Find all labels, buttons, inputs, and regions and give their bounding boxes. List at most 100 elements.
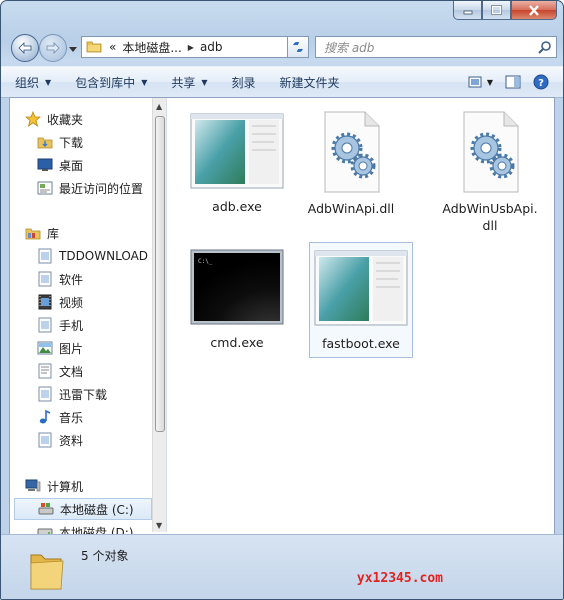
forward-button[interactable] <box>39 34 67 62</box>
nav-disk-c-label: 本地磁盘 (C:) <box>60 502 134 517</box>
refresh-button[interactable] <box>287 36 309 58</box>
nav-library-music[interactable]: 音乐 <box>36 406 152 428</box>
file-item-cmd-exe[interactable]: C:\_ cmd.exe <box>185 248 289 351</box>
navigation-scrollbar[interactable]: ▲ ▼ <box>152 98 167 532</box>
library-folder-icon <box>36 248 54 264</box>
nav-recent-places[interactable]: 最近访问的位置 <box>36 177 152 199</box>
item-count: 5 个对象 <box>81 549 129 563</box>
chevron-down-icon <box>69 47 77 52</box>
nav-library-videos[interactable]: 视频 <box>36 291 152 313</box>
preview-pane-button[interactable] <box>499 75 527 89</box>
refresh-icon <box>293 41 303 53</box>
burn-label: 刻录 <box>231 75 256 90</box>
nav-favorites[interactable]: 收藏夹 <box>24 108 152 130</box>
documents-library-icon <box>36 363 54 379</box>
maximize-button[interactable] <box>482 1 511 20</box>
command-bar: 组织 ▼ 包含到库中 ▼ 共享 ▼ 刻录 新建文件夹 ▼ ? <box>1 66 563 98</box>
scroll-down-icon[interactable]: ▼ <box>156 521 162 530</box>
search-icon[interactable] <box>538 40 552 57</box>
nav-library-xunlei[interactable]: 迅雷下载 <box>36 383 152 405</box>
svg-text:?: ? <box>538 78 544 89</box>
nav-desktop[interactable]: 桌面 <box>36 154 152 176</box>
search-input[interactable] <box>322 38 526 58</box>
address-row: « 本地磁盘... ▶ adb <box>9 32 557 62</box>
nav-computer[interactable]: 计算机 <box>24 475 152 497</box>
nav-library-tddownload-label: TDDOWNLOAD <box>59 249 149 263</box>
help-icon: ? <box>533 74 549 90</box>
system-drive-icon <box>37 501 55 517</box>
nav-library-music-label: 音乐 <box>59 410 84 425</box>
music-note-icon <box>36 409 54 425</box>
chevron-down-icon: ▼ <box>201 77 208 87</box>
folder-icon <box>30 554 64 590</box>
nav-disk-d[interactable]: 本地磁盘 (D:) <box>36 521 152 534</box>
file-item-fastboot-exe[interactable]: fastboot.exe <box>309 242 413 358</box>
window-exe-icon <box>314 250 408 326</box>
window-exe-icon <box>190 113 284 189</box>
nav-downloads-label: 下载 <box>59 135 84 150</box>
nav-libraries[interactable]: 库 <box>24 222 152 244</box>
computer-icon <box>24 478 42 494</box>
breadcrumb-separator-icon[interactable]: ▶ <box>185 43 197 52</box>
chevron-down-icon: ▼ <box>486 77 493 87</box>
nav-computer-label: 计算机 <box>47 479 84 494</box>
pictures-library-icon <box>36 340 54 356</box>
file-item-adb-exe[interactable]: adb.exe <box>185 112 289 215</box>
minimize-icon <box>463 10 472 15</box>
file-item-adbwinapi-dll[interactable]: AdbWinApi.dll <box>299 108 403 217</box>
watermark-text: yx12345.com <box>356 571 443 586</box>
file-item-adbwinusbapi-dll[interactable]: AdbWinUsbApi. dll <box>431 108 549 234</box>
recent-places-icon <box>36 180 54 196</box>
organize-label: 组织 <box>15 75 40 90</box>
library-folder-icon <box>36 386 54 402</box>
file-name-label: adb.exe <box>212 199 262 214</box>
burn-button[interactable]: 刻录 <box>218 67 266 97</box>
nav-library-tddownload[interactable]: TDDOWNLOAD <box>36 245 152 267</box>
details-pane: 5 个对象 yx12345.com <box>1 534 563 599</box>
help-button[interactable]: ? <box>527 74 555 90</box>
nav-favorites-label: 收藏夹 <box>47 112 84 127</box>
scroll-up-icon[interactable]: ▲ <box>156 102 162 111</box>
scrollbar-thumb[interactable] <box>155 116 165 432</box>
close-button[interactable] <box>511 1 557 20</box>
nav-library-software[interactable]: 软件 <box>36 268 152 290</box>
file-name-label: AdbWinApi.dll <box>307 201 395 216</box>
breadcrumb-local-disk[interactable]: 本地磁盘... <box>119 39 184 56</box>
nav-library-phone[interactable]: 手机 <box>36 314 152 336</box>
back-button[interactable] <box>11 34 39 62</box>
library-folder-icon <box>36 271 54 287</box>
nav-disk-c[interactable]: 本地磁盘 (C:) <box>14 498 152 520</box>
chevron-down-icon: ▼ <box>45 77 52 87</box>
minimize-button[interactable] <box>453 1 482 20</box>
change-view-button[interactable]: ▼ <box>462 75 499 89</box>
nav-library-videos-label: 视频 <box>59 295 84 310</box>
nav-downloads[interactable]: 下载 <box>36 131 152 153</box>
file-list: adb.exe AdbWinApi.dll AdbWinUsbApi. dll … <box>167 98 554 532</box>
dll-gear-icon <box>463 111 519 193</box>
breadcrumb-overflow[interactable]: « <box>106 40 119 54</box>
arrow-right-icon <box>46 42 60 54</box>
file-name-label: AdbWinUsbApi. dll <box>442 201 538 233</box>
nav-library-materials[interactable]: 资料 <box>36 429 152 451</box>
video-library-icon <box>36 294 54 310</box>
search-box[interactable] <box>315 36 557 58</box>
nav-recent-places-label: 最近访问的位置 <box>59 181 144 196</box>
breadcrumb-adb[interactable]: adb <box>197 40 226 54</box>
recent-pages-dropdown[interactable] <box>69 42 77 56</box>
chevron-down-icon: ▼ <box>141 77 148 87</box>
nav-library-documents[interactable]: 文档 <box>36 360 152 382</box>
caption-buttons <box>453 1 557 21</box>
new-folder-button[interactable]: 新建文件夹 <box>266 67 350 97</box>
close-icon <box>529 4 539 16</box>
organize-button[interactable]: 组织 ▼ <box>1 67 61 97</box>
address-bar[interactable]: « 本地磁盘... ▶ adb <box>81 36 307 58</box>
nav-library-pictures[interactable]: 图片 <box>36 337 152 359</box>
folder-icon <box>86 39 102 56</box>
include-in-library-button[interactable]: 包含到库中 ▼ <box>61 67 157 97</box>
maximize-icon <box>491 5 502 15</box>
library-folder-icon <box>36 317 54 333</box>
file-name-label: fastboot.exe <box>322 336 400 351</box>
dll-gear-icon <box>324 111 380 193</box>
library-folder-icon <box>36 432 54 448</box>
share-button[interactable]: 共享 ▼ <box>157 67 217 97</box>
